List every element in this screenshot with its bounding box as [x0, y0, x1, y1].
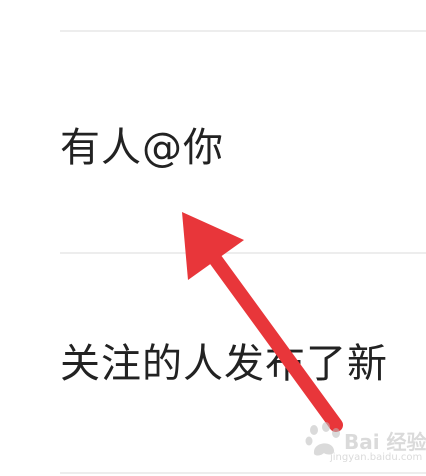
row-label-followed-updates: 关注的人发布了新 — [60, 341, 388, 387]
watermark: Bai 经验 jingyan.baidu.com — [304, 420, 426, 470]
watermark-url: jingyan.baidu.com — [330, 452, 423, 463]
notification-settings-screen: 有人@你 关注的人发布了新 Bai 经验 jingyan.baidu.com — [0, 0, 426, 476]
settings-row-mentions[interactable]: 有人@你 — [0, 32, 426, 252]
watermark-brand: Bai 经验 — [344, 430, 426, 454]
divider — [60, 472, 426, 474]
row-label-mentions: 有人@你 — [60, 125, 224, 171]
